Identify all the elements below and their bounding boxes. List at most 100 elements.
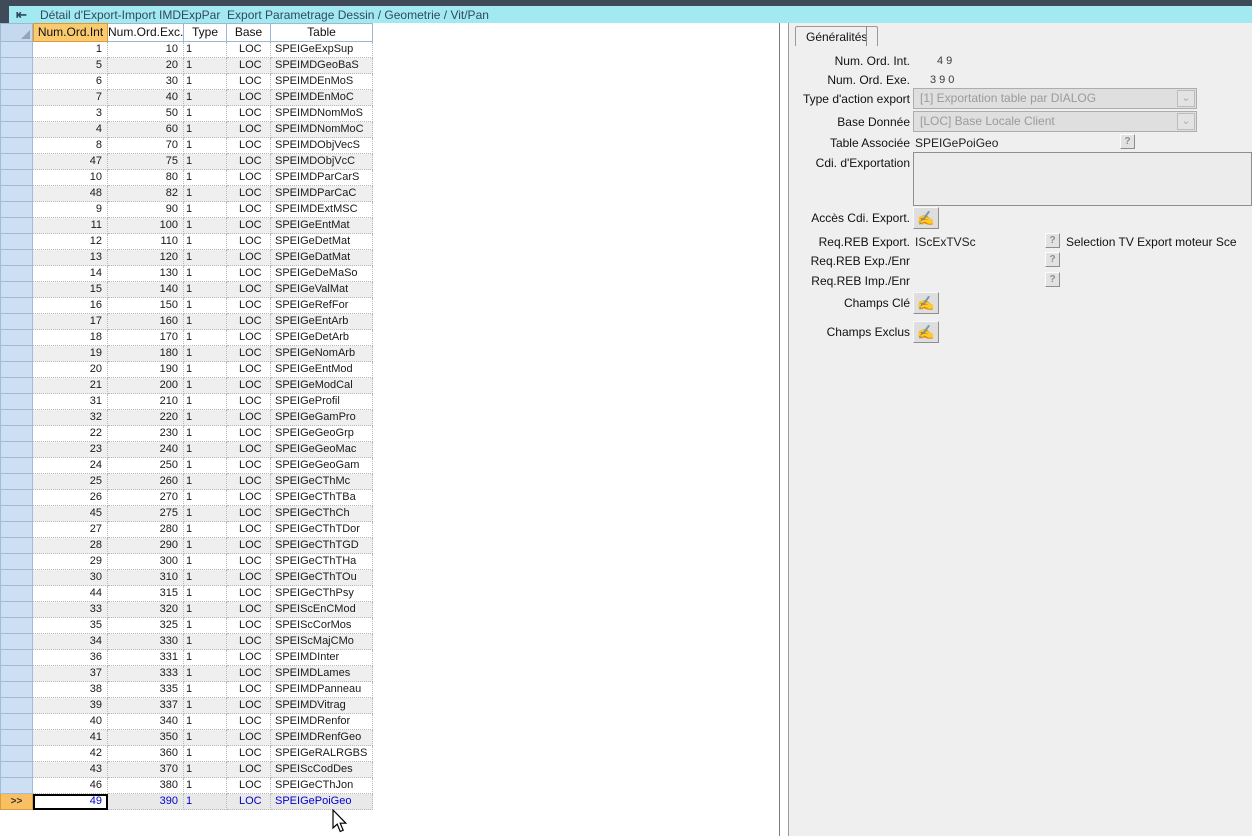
row-marker[interactable] xyxy=(0,282,33,298)
table-cell[interactable]: 240 xyxy=(108,442,184,458)
table-cell[interactable]: 1 xyxy=(184,586,227,602)
table-cell[interactable]: 1 xyxy=(184,90,227,106)
table-cell[interactable]: 350 xyxy=(108,730,184,746)
row-marker[interactable] xyxy=(0,170,33,186)
table-cell[interactable]: 110 xyxy=(108,234,184,250)
table-cell[interactable]: SPEIMDNomMoC xyxy=(271,122,373,138)
row-marker[interactable] xyxy=(0,602,33,618)
table-cell[interactable]: 333 xyxy=(108,666,184,682)
table-cell[interactable]: 1 xyxy=(184,58,227,74)
table-cell[interactable]: 1 xyxy=(184,266,227,282)
table-cell[interactable]: LOC xyxy=(227,330,271,346)
table-cell[interactable]: 38 xyxy=(33,682,108,698)
table-cell[interactable]: SPEIGeModCal xyxy=(271,378,373,394)
column-header[interactable]: Base xyxy=(227,23,271,42)
table-cell[interactable]: LOC xyxy=(227,298,271,314)
panel-divider[interactable] xyxy=(779,23,780,836)
table-cell[interactable]: 140 xyxy=(108,282,184,298)
table-cell[interactable]: 1 xyxy=(184,74,227,90)
row-marker[interactable] xyxy=(0,762,33,778)
table-cell[interactable]: 23 xyxy=(33,442,108,458)
row-marker[interactable] xyxy=(0,442,33,458)
table-cell[interactable]: LOC xyxy=(227,730,271,746)
table-cell[interactable]: LOC xyxy=(227,42,271,58)
table-cell[interactable]: SPEIGeCThTGD xyxy=(271,538,373,554)
table-cell[interactable]: 390 xyxy=(108,794,184,810)
row-marker[interactable] xyxy=(0,74,33,90)
table-cell[interactable]: LOC xyxy=(227,346,271,362)
table-cell[interactable]: 1 xyxy=(184,330,227,346)
table-cell[interactable]: 60 xyxy=(108,122,184,138)
table-cell[interactable]: LOC xyxy=(227,490,271,506)
table-cell[interactable]: 6 xyxy=(33,74,108,90)
table-cell[interactable]: SPEIGeGeoGrp xyxy=(271,426,373,442)
table-cell[interactable]: SPEIMDVitrag xyxy=(271,698,373,714)
table-cell[interactable]: 37 xyxy=(33,666,108,682)
table-cell[interactable]: LOC xyxy=(227,762,271,778)
table-cell[interactable]: LOC xyxy=(227,778,271,794)
table-cell[interactable]: LOC xyxy=(227,458,271,474)
table-cell[interactable]: SPEIScCodDes xyxy=(271,762,373,778)
table-cell[interactable]: 13 xyxy=(33,250,108,266)
column-header[interactable]: Type xyxy=(184,23,227,42)
table-cell[interactable]: 32 xyxy=(33,410,108,426)
table-cell[interactable]: 200 xyxy=(108,378,184,394)
table-cell[interactable]: 7 xyxy=(33,90,108,106)
table-cell[interactable]: 1 xyxy=(184,762,227,778)
row-marker[interactable] xyxy=(0,538,33,554)
table-cell[interactable]: 130 xyxy=(108,266,184,282)
table-cell[interactable]: 28 xyxy=(33,538,108,554)
table-cell[interactable]: SPEIGeValMat xyxy=(271,282,373,298)
column-header[interactable]: Table xyxy=(271,23,373,42)
table-cell[interactable]: 40 xyxy=(108,90,184,106)
table-cell[interactable]: 325 xyxy=(108,618,184,634)
table-cell[interactable]: 1 xyxy=(184,410,227,426)
table-cell[interactable]: 1 xyxy=(184,570,227,586)
table-cell[interactable]: SPEIGeGamPro xyxy=(271,410,373,426)
table-cell[interactable]: LOC xyxy=(227,538,271,554)
table-cell[interactable]: SPEIMDParCaC xyxy=(271,186,373,202)
row-marker[interactable] xyxy=(0,266,33,282)
table-cell[interactable]: 1 xyxy=(184,250,227,266)
table-cell[interactable]: LOC xyxy=(227,522,271,538)
table-cell[interactable]: 11 xyxy=(33,218,108,234)
table-cell[interactable]: LOC xyxy=(227,266,271,282)
row-marker[interactable] xyxy=(0,650,33,666)
table-cell[interactable]: 210 xyxy=(108,394,184,410)
table-cell[interactable]: 42 xyxy=(33,746,108,762)
table-cell[interactable]: LOC xyxy=(227,442,271,458)
table-cell[interactable]: 1 xyxy=(184,794,227,810)
table-cell[interactable]: SPEIGeNomArb xyxy=(271,346,373,362)
row-marker[interactable] xyxy=(0,410,33,426)
table-cell[interactable]: 220 xyxy=(108,410,184,426)
table-cell[interactable]: LOC xyxy=(227,698,271,714)
table-cell[interactable]: 17 xyxy=(33,314,108,330)
table-cell[interactable]: 1 xyxy=(184,778,227,794)
table-cell[interactable]: LOC xyxy=(227,794,271,810)
row-marker[interactable] xyxy=(0,394,33,410)
row-marker[interactable] xyxy=(0,154,33,170)
table-cell[interactable]: 50 xyxy=(108,106,184,122)
table-cell[interactable]: SPEIMDObjVcC xyxy=(271,154,373,170)
table-cell[interactable]: 1 xyxy=(184,442,227,458)
table-cell[interactable]: 10 xyxy=(33,170,108,186)
table-cell[interactable]: 33 xyxy=(33,602,108,618)
table-cell[interactable]: 41 xyxy=(33,730,108,746)
table-cell[interactable]: SPEIMDPanneau xyxy=(271,682,373,698)
row-marker[interactable] xyxy=(0,122,33,138)
row-marker[interactable] xyxy=(0,202,33,218)
table-cell[interactable]: 26 xyxy=(33,490,108,506)
table-cell[interactable]: 43 xyxy=(33,762,108,778)
table-cell[interactable]: 370 xyxy=(108,762,184,778)
table-cell[interactable]: 48 xyxy=(33,186,108,202)
table-cell[interactable]: SPEIGeCThTDor xyxy=(271,522,373,538)
table-cell[interactable]: 1 xyxy=(184,490,227,506)
table-cell[interactable]: 45 xyxy=(33,506,108,522)
table-cell[interactable]: 1 xyxy=(184,170,227,186)
type-action-export-select[interactable]: [1] Exportation table par DIALOG ⌄ xyxy=(913,88,1197,109)
row-marker[interactable] xyxy=(0,570,33,586)
table-cell[interactable]: 39 xyxy=(33,698,108,714)
table-cell[interactable]: 1 xyxy=(184,634,227,650)
table-cell[interactable]: LOC xyxy=(227,58,271,74)
row-marker[interactable] xyxy=(0,250,33,266)
